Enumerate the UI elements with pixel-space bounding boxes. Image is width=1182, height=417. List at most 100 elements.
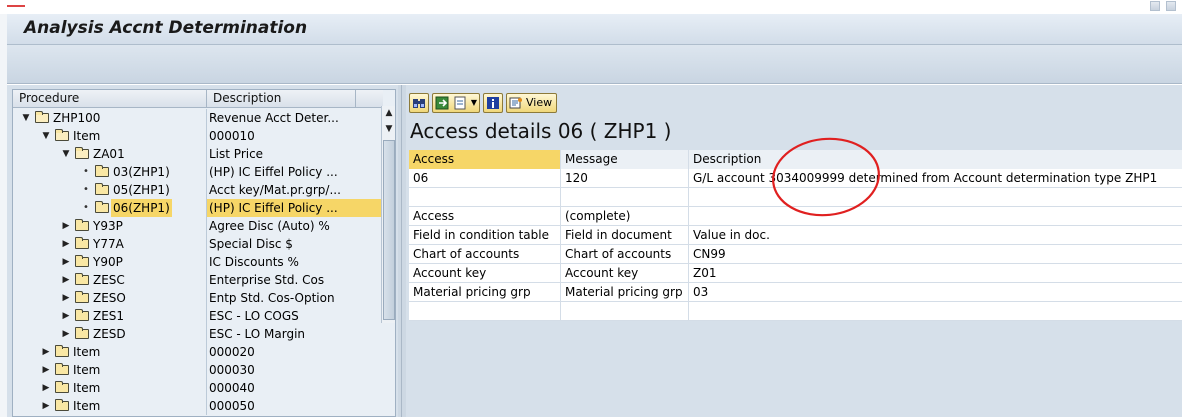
tree-node-label[interactable]: ZESO	[91, 289, 128, 307]
grid-row[interactable]: Material pricing grp Material pricing grp…	[409, 283, 1182, 302]
grid-cell-access[interactable]: Chart of accounts	[409, 245, 561, 264]
grid-cell-description[interactable]: Z01	[689, 264, 1182, 283]
tree-row-procedure-cell[interactable]: ▶ Item	[13, 379, 207, 397]
grid-cell-access[interactable]: Access	[409, 207, 561, 226]
grid-cell-description[interactable]: Value in doc.	[689, 226, 1182, 245]
tree-scrollbar[interactable]: ▲ ▼	[381, 106, 395, 323]
tree-header-procedure[interactable]: Procedure	[13, 90, 207, 108]
grid-row[interactable]	[409, 188, 1182, 207]
tree-node-description[interactable]: 000030	[207, 361, 383, 379]
tree-row[interactable]: ▶ ZES1 ESC - LO COGS	[13, 307, 383, 325]
collapsed-toggle-icon[interactable]: ▶	[61, 253, 71, 271]
tree-node-description[interactable]: (HP) IC Eiffel Policy ...	[207, 163, 383, 181]
collapsed-toggle-icon[interactable]: ▶	[41, 343, 51, 361]
tree-row[interactable]: ▼ ZHP100 Revenue Acct Deter...	[13, 109, 383, 127]
grid-header-access[interactable]: Access	[409, 150, 561, 169]
info-button[interactable]	[483, 93, 503, 113]
tree-row[interactable]: ▶ ZESO Entp Std. Cos-Option	[13, 289, 383, 307]
grid-cell-access[interactable]: Account key	[409, 264, 561, 283]
grid-cell-description[interactable]: 03	[689, 283, 1182, 302]
grid-cell-message[interactable]: Account key	[561, 264, 689, 283]
tree-row[interactable]: • 03(ZHP1) (HP) IC Eiffel Policy ...	[13, 163, 383, 181]
collapsed-toggle-icon[interactable]: ▶	[41, 397, 51, 415]
tree-row-procedure-cell[interactable]: ▼ ZA01	[13, 145, 207, 163]
grid-cell-access[interactable]	[409, 188, 561, 207]
tree-row[interactable]: ▶ Item 000040	[13, 379, 383, 397]
collapsed-toggle-icon[interactable]: ▶	[41, 379, 51, 397]
grid-cell-message[interactable]	[561, 302, 689, 321]
find-button[interactable]	[409, 93, 429, 113]
tree-node-description[interactable]: Agree Disc (Auto) %	[207, 217, 383, 235]
tree-row[interactable]: ▶ ZESD ESC - LO Margin	[13, 325, 383, 343]
tree-row-procedure-cell[interactable]: ▶ Y93P	[13, 217, 207, 235]
scroll-thumb[interactable]	[383, 140, 395, 320]
collapsed-toggle-icon[interactable]: ▶	[61, 235, 71, 253]
tree-node-description[interactable]: Entp Std. Cos-Option	[207, 289, 383, 307]
scroll-down-icon[interactable]: ▼	[383, 122, 395, 136]
grid-cell-message[interactable]: 120	[561, 169, 689, 188]
tree-node-description[interactable]: IC Discounts %	[207, 253, 383, 271]
tree-row-procedure-cell[interactable]: ▶ Y77A	[13, 235, 207, 253]
tree-node-label[interactable]: Y93P	[91, 217, 125, 235]
scroll-up-icon[interactable]: ▲	[383, 106, 395, 120]
tree-row-procedure-cell[interactable]: • 05(ZHP1)	[13, 181, 207, 199]
minimize-control[interactable]	[1150, 1, 1160, 11]
tree-node-label[interactable]: Item	[71, 343, 102, 361]
grid-cell-description[interactable]: CN99	[689, 245, 1182, 264]
tree-node-description[interactable]: 000010	[207, 127, 383, 145]
close-control[interactable]	[1166, 1, 1176, 11]
tree-row[interactable]: • 06(ZHP1) (HP) IC Eiffel Policy ...	[13, 199, 383, 217]
tree-node-description[interactable]: 000040	[207, 379, 383, 397]
tree-node-label[interactable]: ZES1	[91, 307, 126, 325]
grid-row[interactable]	[409, 302, 1182, 321]
tree-node-label[interactable]: 05(ZHP1)	[111, 181, 172, 199]
tree-node-description[interactable]: ESC - LO COGS	[207, 307, 383, 325]
expanded-toggle-icon[interactable]: ▼	[41, 127, 51, 145]
tree-node-label[interactable]: Item	[71, 397, 102, 415]
tree-row[interactable]: ▶ Item 000020	[13, 343, 383, 361]
tree-node-label[interactable]: ZA01	[91, 145, 127, 163]
tree-node-description[interactable]: 000020	[207, 343, 383, 361]
tree-row-procedure-cell[interactable]: ▶ Item	[13, 361, 207, 379]
tree-row[interactable]: ▶ Item 000030	[13, 361, 383, 379]
grid-cell-access[interactable]: Material pricing grp	[409, 283, 561, 302]
collapsed-toggle-icon[interactable]: ▶	[61, 325, 71, 343]
grid-row[interactable]: Access (complete)	[409, 207, 1182, 226]
tree-row-procedure-cell[interactable]: ▶ Item	[13, 343, 207, 361]
grid-cell-description[interactable]	[689, 207, 1182, 226]
tree-node-description[interactable]: 000050	[207, 397, 383, 415]
grid-cell-access[interactable]: 06	[409, 169, 561, 188]
tree-node-description[interactable]: List Price	[207, 145, 383, 163]
tree-node-label[interactable]: Item	[71, 379, 102, 397]
tree-node-label[interactable]: Item	[71, 127, 102, 145]
grid-cell-access[interactable]: Field in condition table	[409, 226, 561, 245]
grid-cell-access[interactable]	[409, 302, 561, 321]
tree-row-procedure-cell[interactable]: ▶ Y90P	[13, 253, 207, 271]
tree-node-label[interactable]: ZESC	[91, 271, 127, 289]
tree-node-description[interactable]: Revenue Acct Deter...	[207, 109, 383, 127]
tree-row-procedure-cell[interactable]: ▶ Item	[13, 397, 207, 415]
tree-row[interactable]: ▶ Y93P Agree Disc (Auto) %	[13, 217, 383, 235]
tree-row[interactable]: ▶ Y77A Special Disc $	[13, 235, 383, 253]
grid-header-description[interactable]: Description	[689, 150, 1182, 169]
tree-row-procedure-cell[interactable]: • 03(ZHP1)	[13, 163, 207, 181]
tree-node-label[interactable]: ZESD	[91, 325, 128, 343]
tree-row-procedure-cell[interactable]: ▶ ZESD	[13, 325, 207, 343]
collapsed-toggle-icon[interactable]: ▶	[61, 307, 71, 325]
expanded-toggle-icon[interactable]: ▼	[61, 145, 71, 163]
expanded-toggle-icon[interactable]: ▼	[21, 109, 31, 127]
grid-row[interactable]: Account key Account key Z01	[409, 264, 1182, 283]
grid-row[interactable]: 06 120 G/L account 3034009999 determined f…	[409, 169, 1182, 188]
tree-node-description[interactable]: (HP) IC Eiffel Policy ...	[207, 199, 383, 217]
grid-cell-message[interactable]: Material pricing grp	[561, 283, 689, 302]
tree-row-procedure-cell[interactable]: ▶ ZESO	[13, 289, 207, 307]
tree-node-label[interactable]: 06(ZHP1)	[111, 199, 172, 217]
grid-cell-description[interactable]: G/L account 3034009999 determined from A…	[689, 169, 1182, 188]
tree-row[interactable]: ▶ Y90P IC Discounts %	[13, 253, 383, 271]
grid-row[interactable]: Field in condition table Field in documen…	[409, 226, 1182, 245]
tree-row-procedure-cell[interactable]: ▼ Item	[13, 127, 207, 145]
collapsed-toggle-icon[interactable]: ▶	[61, 289, 71, 307]
tree-node-label[interactable]: Y90P	[91, 253, 125, 271]
tree-node-description[interactable]: Special Disc $	[207, 235, 383, 253]
grid-cell-message[interactable]: Chart of accounts	[561, 245, 689, 264]
